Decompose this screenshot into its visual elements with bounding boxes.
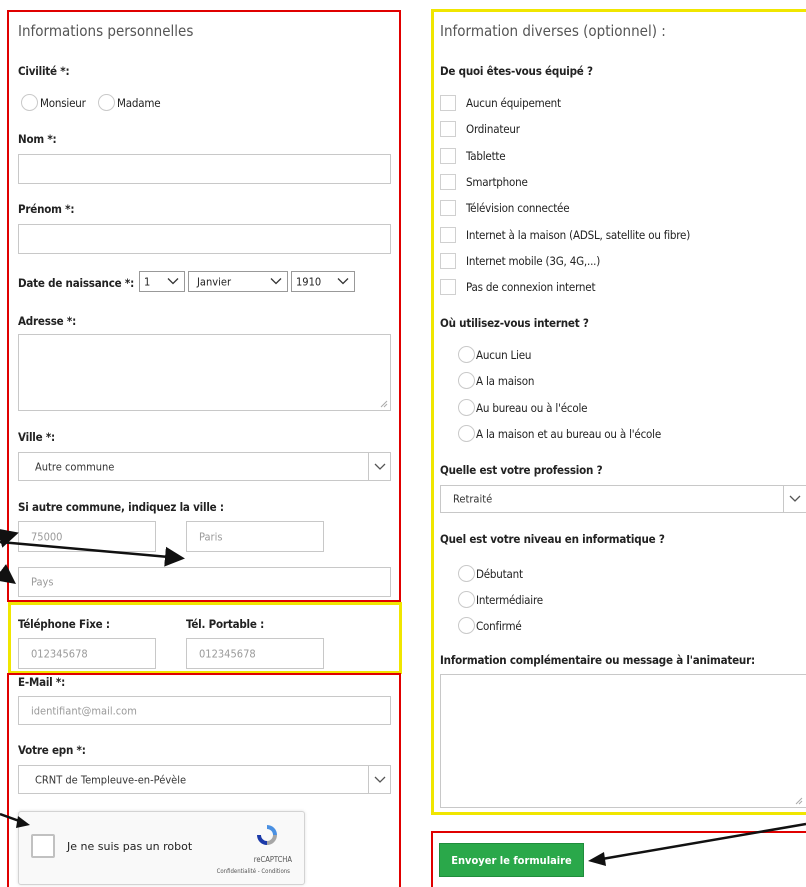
recaptcha-text: Je ne suis pas un robot	[67, 840, 193, 853]
recaptcha-logo-icon	[257, 825, 277, 845]
radio-madame[interactable]	[98, 94, 115, 111]
tel-portable-input[interactable]: 012345678	[186, 638, 324, 669]
equip-label-item: Ordinateur	[466, 122, 520, 137]
resize-handle-icon[interactable]	[380, 400, 388, 408]
internet-radio-label: A la maison	[476, 374, 535, 389]
tel-portable-placeholder: 012345678	[199, 647, 256, 660]
radio-madame-label: Madame	[117, 96, 161, 110]
equip-checkbox[interactable]	[440, 252, 456, 269]
equip-checkbox[interactable]	[440, 226, 456, 243]
equip-checkbox[interactable]	[440, 95, 456, 111]
profession-select[interactable]: Retraité	[440, 485, 806, 513]
email-label: E-Mail *:	[18, 675, 66, 689]
prenom-input[interactable]	[18, 224, 391, 254]
resize-handle-icon[interactable]	[795, 797, 803, 805]
annotation-arrows	[0, 528, 185, 584]
equip-label-item: Internet à la maison (ADSL, satellite ou…	[466, 227, 691, 242]
optional-info-title: Information diverses (optionnel) :	[440, 22, 666, 40]
dob-year-value: 1910	[296, 275, 322, 288]
chevron-down-icon	[368, 453, 390, 480]
dob-day-value: 1	[144, 275, 151, 288]
tel-portable-label: Tél. Portable :	[186, 617, 265, 631]
autre-commune-label: Si autre commune, indiquez la ville :	[18, 500, 224, 514]
niveau-radio[interactable]	[458, 591, 475, 608]
chevron-down-icon	[368, 766, 390, 793]
submit-button[interactable]: Envoyer le formulaire	[439, 843, 584, 877]
personal-info-title: Informations personnelles	[18, 22, 194, 40]
message-textarea[interactable]	[440, 674, 806, 808]
equip-checkbox[interactable]	[440, 200, 456, 217]
radio-monsieur-label: Monsieur	[40, 96, 86, 110]
profession-label: Quelle est votre profession ?	[440, 463, 603, 477]
internet-radio-label: Au bureau ou à l'école	[476, 400, 588, 415]
epn-select[interactable]: CRNT de Templeuve-en-Pévèle	[18, 765, 391, 794]
equip-checkbox[interactable]	[440, 121, 456, 138]
internet-radio[interactable]	[458, 424, 475, 442]
equip-checkbox[interactable]	[440, 147, 456, 164]
equip-checkbox[interactable]	[440, 279, 456, 296]
niveau-radio-label: Intermédiaire	[476, 593, 543, 607]
prenom-label: Prénom *:	[18, 202, 75, 216]
internet-radio[interactable]	[458, 346, 475, 363]
tel-fixe-input[interactable]: 012345678	[18, 638, 156, 669]
recaptcha-widget: Je ne suis pas un robot reCAPTCHA Confid…	[18, 811, 305, 885]
niveau-radio[interactable]	[458, 565, 475, 582]
nom-input[interactable]	[18, 154, 391, 184]
message-label: Information complémentaire ou message à …	[440, 653, 755, 667]
equip-label: De quoi êtes-vous équipé ?	[440, 64, 593, 78]
recaptcha-brand: reCAPTCHA	[253, 855, 292, 864]
equip-checkbox[interactable]	[440, 173, 456, 190]
equip-label-item: Aucun équipement	[466, 96, 561, 110]
niveau-radio-label: Débutant	[476, 567, 523, 581]
internet-label: Où utilisez-vous internet ?	[440, 316, 589, 330]
equip-label-item: Télévision connectée	[466, 201, 570, 216]
niveau-radio[interactable]	[458, 617, 475, 634]
email-input[interactable]: identifiant@mail.com	[18, 696, 391, 725]
dob-year-select[interactable]: 1910	[291, 271, 355, 292]
civilite-label: Civilité *:	[18, 64, 70, 78]
ville-value: Autre commune	[35, 460, 115, 473]
equip-label-item: Internet mobile (3G, 4G,...)	[466, 253, 601, 268]
radio-monsieur[interactable]	[21, 94, 38, 111]
autre-ville-input[interactable]: Paris	[186, 521, 324, 552]
chevron-down-icon	[167, 275, 179, 288]
internet-radio-label: A la maison et au bureau ou à l'école	[476, 426, 662, 441]
niveau-radio-label: Confirmé	[476, 619, 522, 633]
equip-label-item: Smartphone	[466, 174, 528, 189]
niveau-label: Quel est votre niveau en informatique ?	[440, 532, 665, 546]
epn-value: CRNT de Templeuve-en-Pévèle	[35, 773, 187, 786]
chevron-down-icon	[783, 486, 805, 512]
tel-fixe-placeholder: 012345678	[31, 647, 88, 660]
ville-label: Ville *:	[18, 430, 55, 444]
chevron-down-icon	[337, 275, 349, 288]
equip-label-item: Pas de connexion internet	[466, 280, 596, 295]
email-placeholder: identifiant@mail.com	[31, 704, 137, 717]
chevron-down-icon	[270, 275, 282, 288]
dob-month-value: Janvier	[197, 275, 232, 288]
autre-ville-placeholder: Paris	[199, 530, 223, 543]
dob-day-select[interactable]: 1	[139, 271, 185, 292]
equip-label-item: Tablette	[466, 148, 506, 163]
annotation-arrow-submit	[588, 822, 806, 866]
recaptcha-links[interactable]: Confidentialité - Conditions	[217, 868, 290, 875]
ville-select[interactable]: Autre commune	[18, 452, 391, 481]
internet-radio-label: Aucun Lieu	[476, 348, 532, 362]
adresse-label: Adresse *:	[18, 314, 77, 328]
internet-radio[interactable]	[458, 398, 475, 416]
tel-fixe-label: Téléphone Fixe :	[18, 617, 110, 631]
dob-label: Date de naissance *:	[18, 276, 135, 290]
adresse-textarea[interactable]	[18, 334, 391, 411]
profession-value: Retraité	[453, 492, 493, 506]
nom-label: Nom *:	[18, 132, 57, 146]
annotation-arrow-captcha	[0, 812, 30, 828]
epn-label: Votre epn *:	[18, 743, 86, 757]
dob-month-select[interactable]: Janvier	[188, 271, 288, 292]
